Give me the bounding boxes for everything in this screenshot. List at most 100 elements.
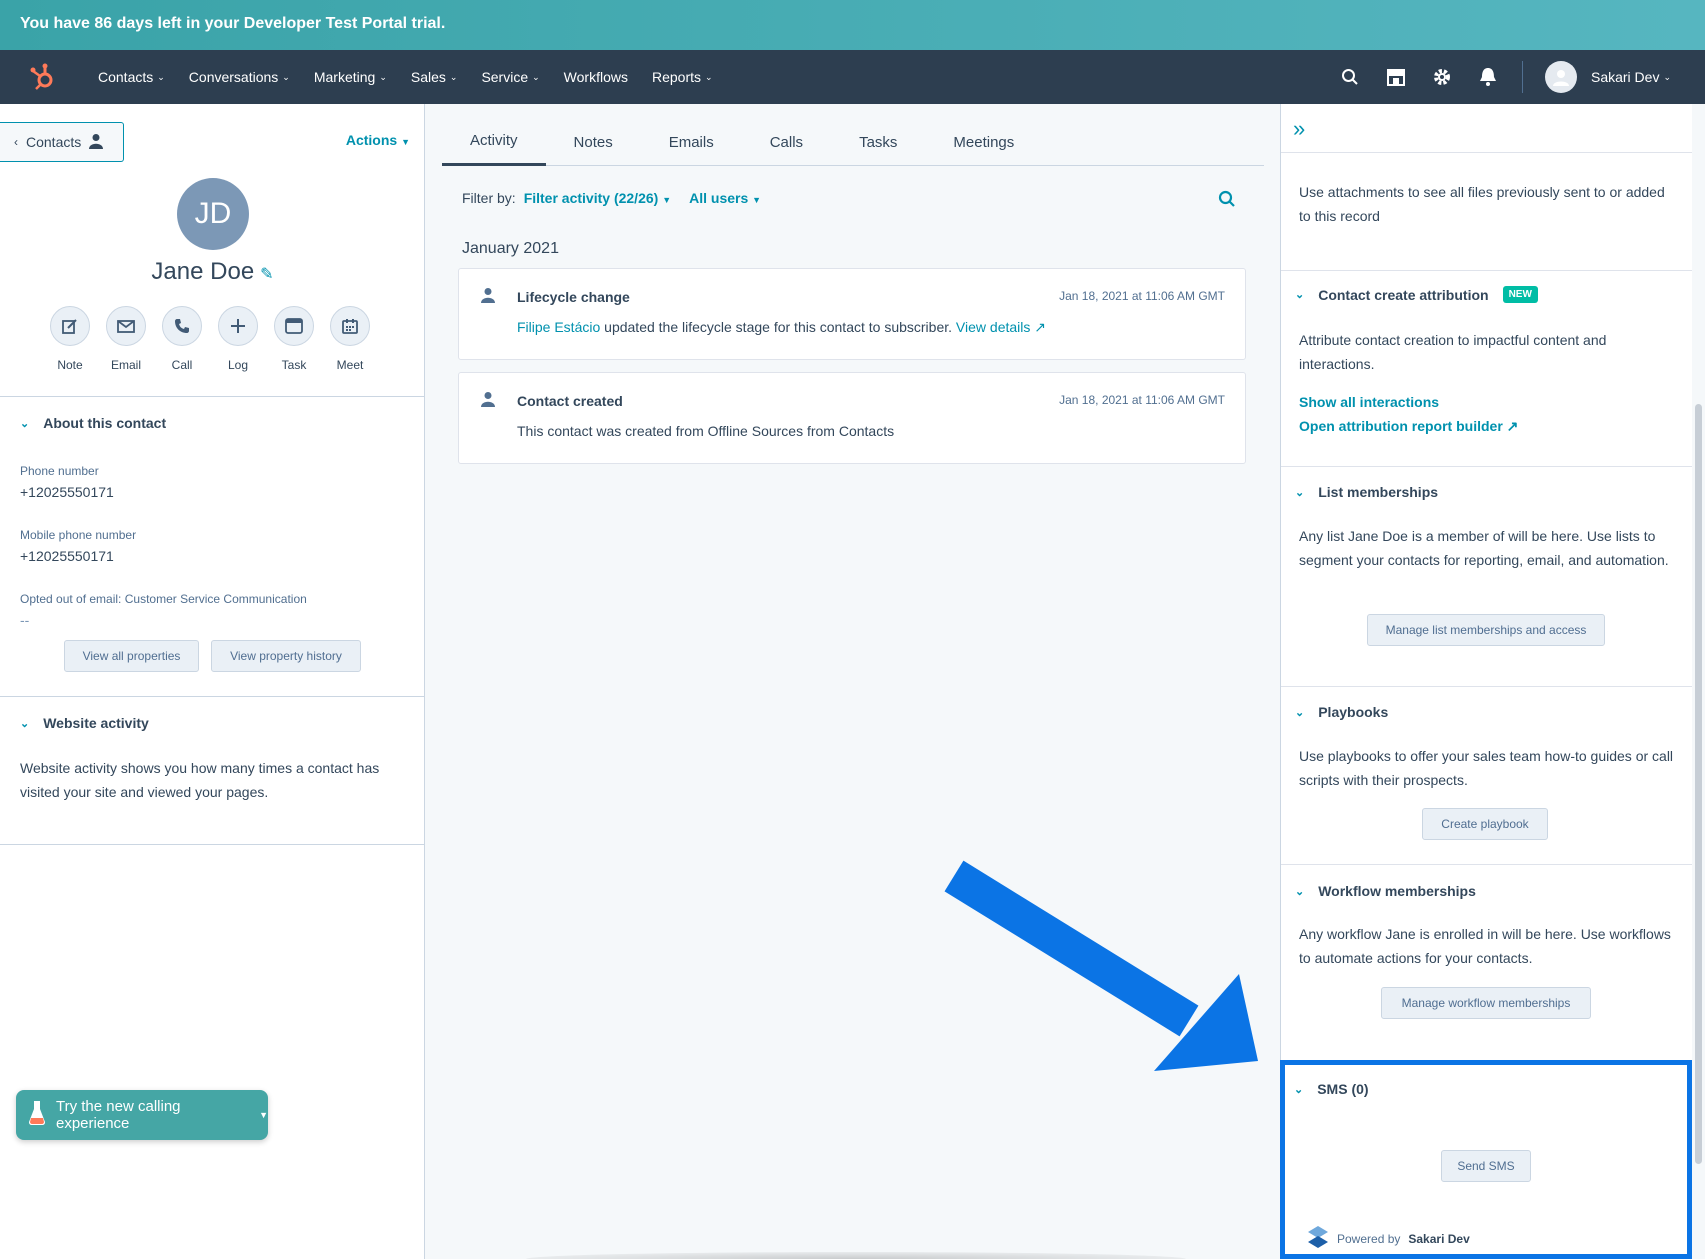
- right-panel-scrollbar[interactable]: [1692, 104, 1705, 1259]
- divider: [1281, 152, 1693, 153]
- nav-marketing-label: Marketing: [313, 69, 376, 85]
- attribution-toggle[interactable]: ⌄ Contact create attribution NEW: [1295, 286, 1538, 303]
- nav-contacts[interactable]: Contacts ⌄: [86, 69, 177, 85]
- person-icon: [481, 391, 495, 412]
- nav-service-label: Service: [481, 69, 529, 85]
- nav-workflows[interactable]: Workflows: [552, 69, 640, 85]
- month-heading: January 2021: [462, 240, 559, 257]
- powered-by-name: Sakari Dev: [1408, 1231, 1470, 1246]
- card-title: Contact created: [517, 393, 623, 409]
- contact-sidebar: ‹ Contacts Actions ▼ JD Jane Doe ✎ Note E…: [0, 104, 425, 1259]
- activity-tabs: Activity Notes Emails Calls Tasks Meetin…: [442, 118, 1264, 166]
- sms-title: SMS (0): [1317, 1081, 1369, 1097]
- task-icon: [274, 306, 314, 346]
- tab-meetings[interactable]: Meetings: [925, 118, 1042, 166]
- actions-dropdown[interactable]: Actions ▼: [346, 132, 410, 148]
- send-sms-button[interactable]: Send SMS: [1441, 1150, 1531, 1182]
- chevron-left-icon: ‹: [14, 135, 18, 149]
- list-memberships-text: Any list Jane Doe is a member of will be…: [1299, 528, 1669, 568]
- list-memberships-toggle[interactable]: ⌄ List memberships: [1295, 484, 1438, 500]
- nav-conversations[interactable]: Conversations ⌄: [177, 69, 302, 85]
- contacts-back-button[interactable]: ‹ Contacts: [0, 122, 124, 162]
- log-action-button[interactable]: Log: [218, 306, 258, 372]
- edit-pencil-icon[interactable]: ✎: [260, 266, 273, 283]
- attribution-section: [1281, 270, 1693, 271]
- workflow-memberships-text: Any workflow Jane is enrolled in will be…: [1299, 926, 1671, 966]
- chevron-down-icon: ⌄: [1295, 706, 1305, 719]
- card-text: This contact was created from Offline So…: [517, 423, 895, 439]
- mobile-phone-property[interactable]: Mobile phone number +12025550171: [20, 528, 136, 564]
- playbooks-toggle[interactable]: ⌄ Playbooks: [1295, 704, 1388, 720]
- phone-number-label: Phone number: [20, 464, 99, 478]
- plus-icon: [218, 306, 258, 346]
- chevron-down-icon: ⌄: [1294, 1083, 1304, 1096]
- nav-marketing[interactable]: Marketing ⌄: [302, 69, 399, 85]
- playbooks-section: [1281, 686, 1693, 687]
- tab-calls[interactable]: Calls: [742, 118, 831, 166]
- chevron-down-icon: ⌄: [282, 71, 290, 82]
- contact-action-buttons: Note Email Call Log Task Meet: [50, 306, 370, 372]
- meet-action-button[interactable]: Meet: [330, 306, 370, 372]
- trial-banner-text: You have 86 days left in your Developer …: [20, 15, 446, 32]
- website-activity-title: Website activity: [43, 715, 149, 731]
- notifications-bell-icon[interactable]: [1476, 65, 1500, 89]
- tab-activity[interactable]: Activity: [442, 118, 546, 166]
- nav-sales[interactable]: Sales ⌄: [399, 69, 470, 85]
- flask-icon: [28, 1100, 46, 1130]
- nav-workflows-label: Workflows: [563, 69, 628, 85]
- trial-banner: You have 86 days left in your Developer …: [0, 0, 1705, 50]
- view-details-link[interactable]: View details: [956, 319, 1030, 335]
- tab-notes[interactable]: Notes: [546, 118, 641, 166]
- view-property-history-button[interactable]: View property history: [211, 640, 361, 672]
- try-calling-experience-button[interactable]: Try the new calling experience ▼: [16, 1090, 268, 1140]
- website-activity-toggle[interactable]: ⌄ Website activity: [0, 696, 425, 731]
- scrollbar-thumb[interactable]: [1695, 404, 1702, 1164]
- call-action-button[interactable]: Call: [162, 306, 202, 372]
- search-icon[interactable]: [1338, 65, 1362, 89]
- user-menu[interactable]: Sakari Dev ⌄: [1591, 69, 1671, 85]
- sms-toggle[interactable]: ⌄ SMS (0): [1294, 1081, 1369, 1097]
- open-attribution-report-link[interactable]: Open attribution report builder ↗: [1299, 418, 1518, 435]
- filter-label: Filter by:: [462, 190, 516, 206]
- playbooks-title: Playbooks: [1318, 704, 1389, 720]
- marketplace-icon[interactable]: [1384, 65, 1408, 89]
- lifecycle-change-card[interactable]: Lifecycle change Jan 18, 2021 at 11:06 A…: [458, 268, 1246, 360]
- external-link-icon[interactable]: ↗: [1034, 319, 1046, 335]
- caret-down-icon: ▼: [401, 137, 410, 147]
- chevron-down-icon: ⌄: [449, 71, 458, 82]
- contact-created-card[interactable]: Contact created Jan 18, 2021 at 11:06 AM…: [458, 372, 1246, 464]
- contact-name-text: Jane Doe: [151, 258, 255, 285]
- about-section-toggle[interactable]: ⌄ About this contact: [0, 396, 425, 431]
- chevron-down-icon: ⌄: [1663, 71, 1671, 82]
- nav-contacts-label: Contacts: [98, 69, 154, 85]
- task-action-button[interactable]: Task: [274, 306, 314, 372]
- all-users-dropdown[interactable]: All users ▼: [689, 190, 761, 206]
- nav-service[interactable]: Service ⌄: [469, 69, 551, 85]
- manage-workflow-memberships-button[interactable]: Manage workflow memberships: [1381, 987, 1591, 1019]
- nav-divider: [1521, 61, 1523, 93]
- user-avatar[interactable]: [1544, 61, 1577, 93]
- workflow-memberships-toggle[interactable]: ⌄ Workflow memberships: [1295, 883, 1476, 899]
- show-all-interactions-link[interactable]: Show all interactions: [1299, 394, 1439, 410]
- divider: [0, 844, 425, 845]
- note-action-button[interactable]: Note: [50, 306, 90, 372]
- email-icon: [106, 306, 146, 346]
- opted-out-property[interactable]: Opted out of email: Customer Service Com…: [20, 592, 307, 628]
- filter-activity-dropdown[interactable]: Filter activity (22/26) ▼: [524, 190, 671, 206]
- manage-list-memberships-button[interactable]: Manage list memberships and access: [1367, 614, 1605, 646]
- search-activity-icon[interactable]: [1218, 190, 1236, 213]
- actor-link[interactable]: Filipe Estácio: [517, 319, 600, 335]
- view-all-properties-button[interactable]: View all properties: [64, 640, 199, 672]
- double-chevron-right-icon[interactable]: »: [1293, 116, 1305, 142]
- phone-number-property[interactable]: Phone number +12025550171: [20, 464, 114, 500]
- nav-reports[interactable]: Reports ⌄: [640, 69, 725, 85]
- email-action-button[interactable]: Email: [106, 306, 146, 372]
- create-playbook-button[interactable]: Create playbook: [1422, 808, 1548, 840]
- chevron-down-icon: ⌄: [20, 418, 30, 430]
- chevron-down-icon: ⌄: [379, 71, 387, 82]
- tab-tasks[interactable]: Tasks: [831, 118, 925, 166]
- settings-gear-icon[interactable]: [1430, 65, 1454, 89]
- tab-emails[interactable]: Emails: [641, 118, 742, 166]
- scroll-shadow: [526, 1252, 1186, 1259]
- hubspot-logo-icon[interactable]: [30, 50, 70, 104]
